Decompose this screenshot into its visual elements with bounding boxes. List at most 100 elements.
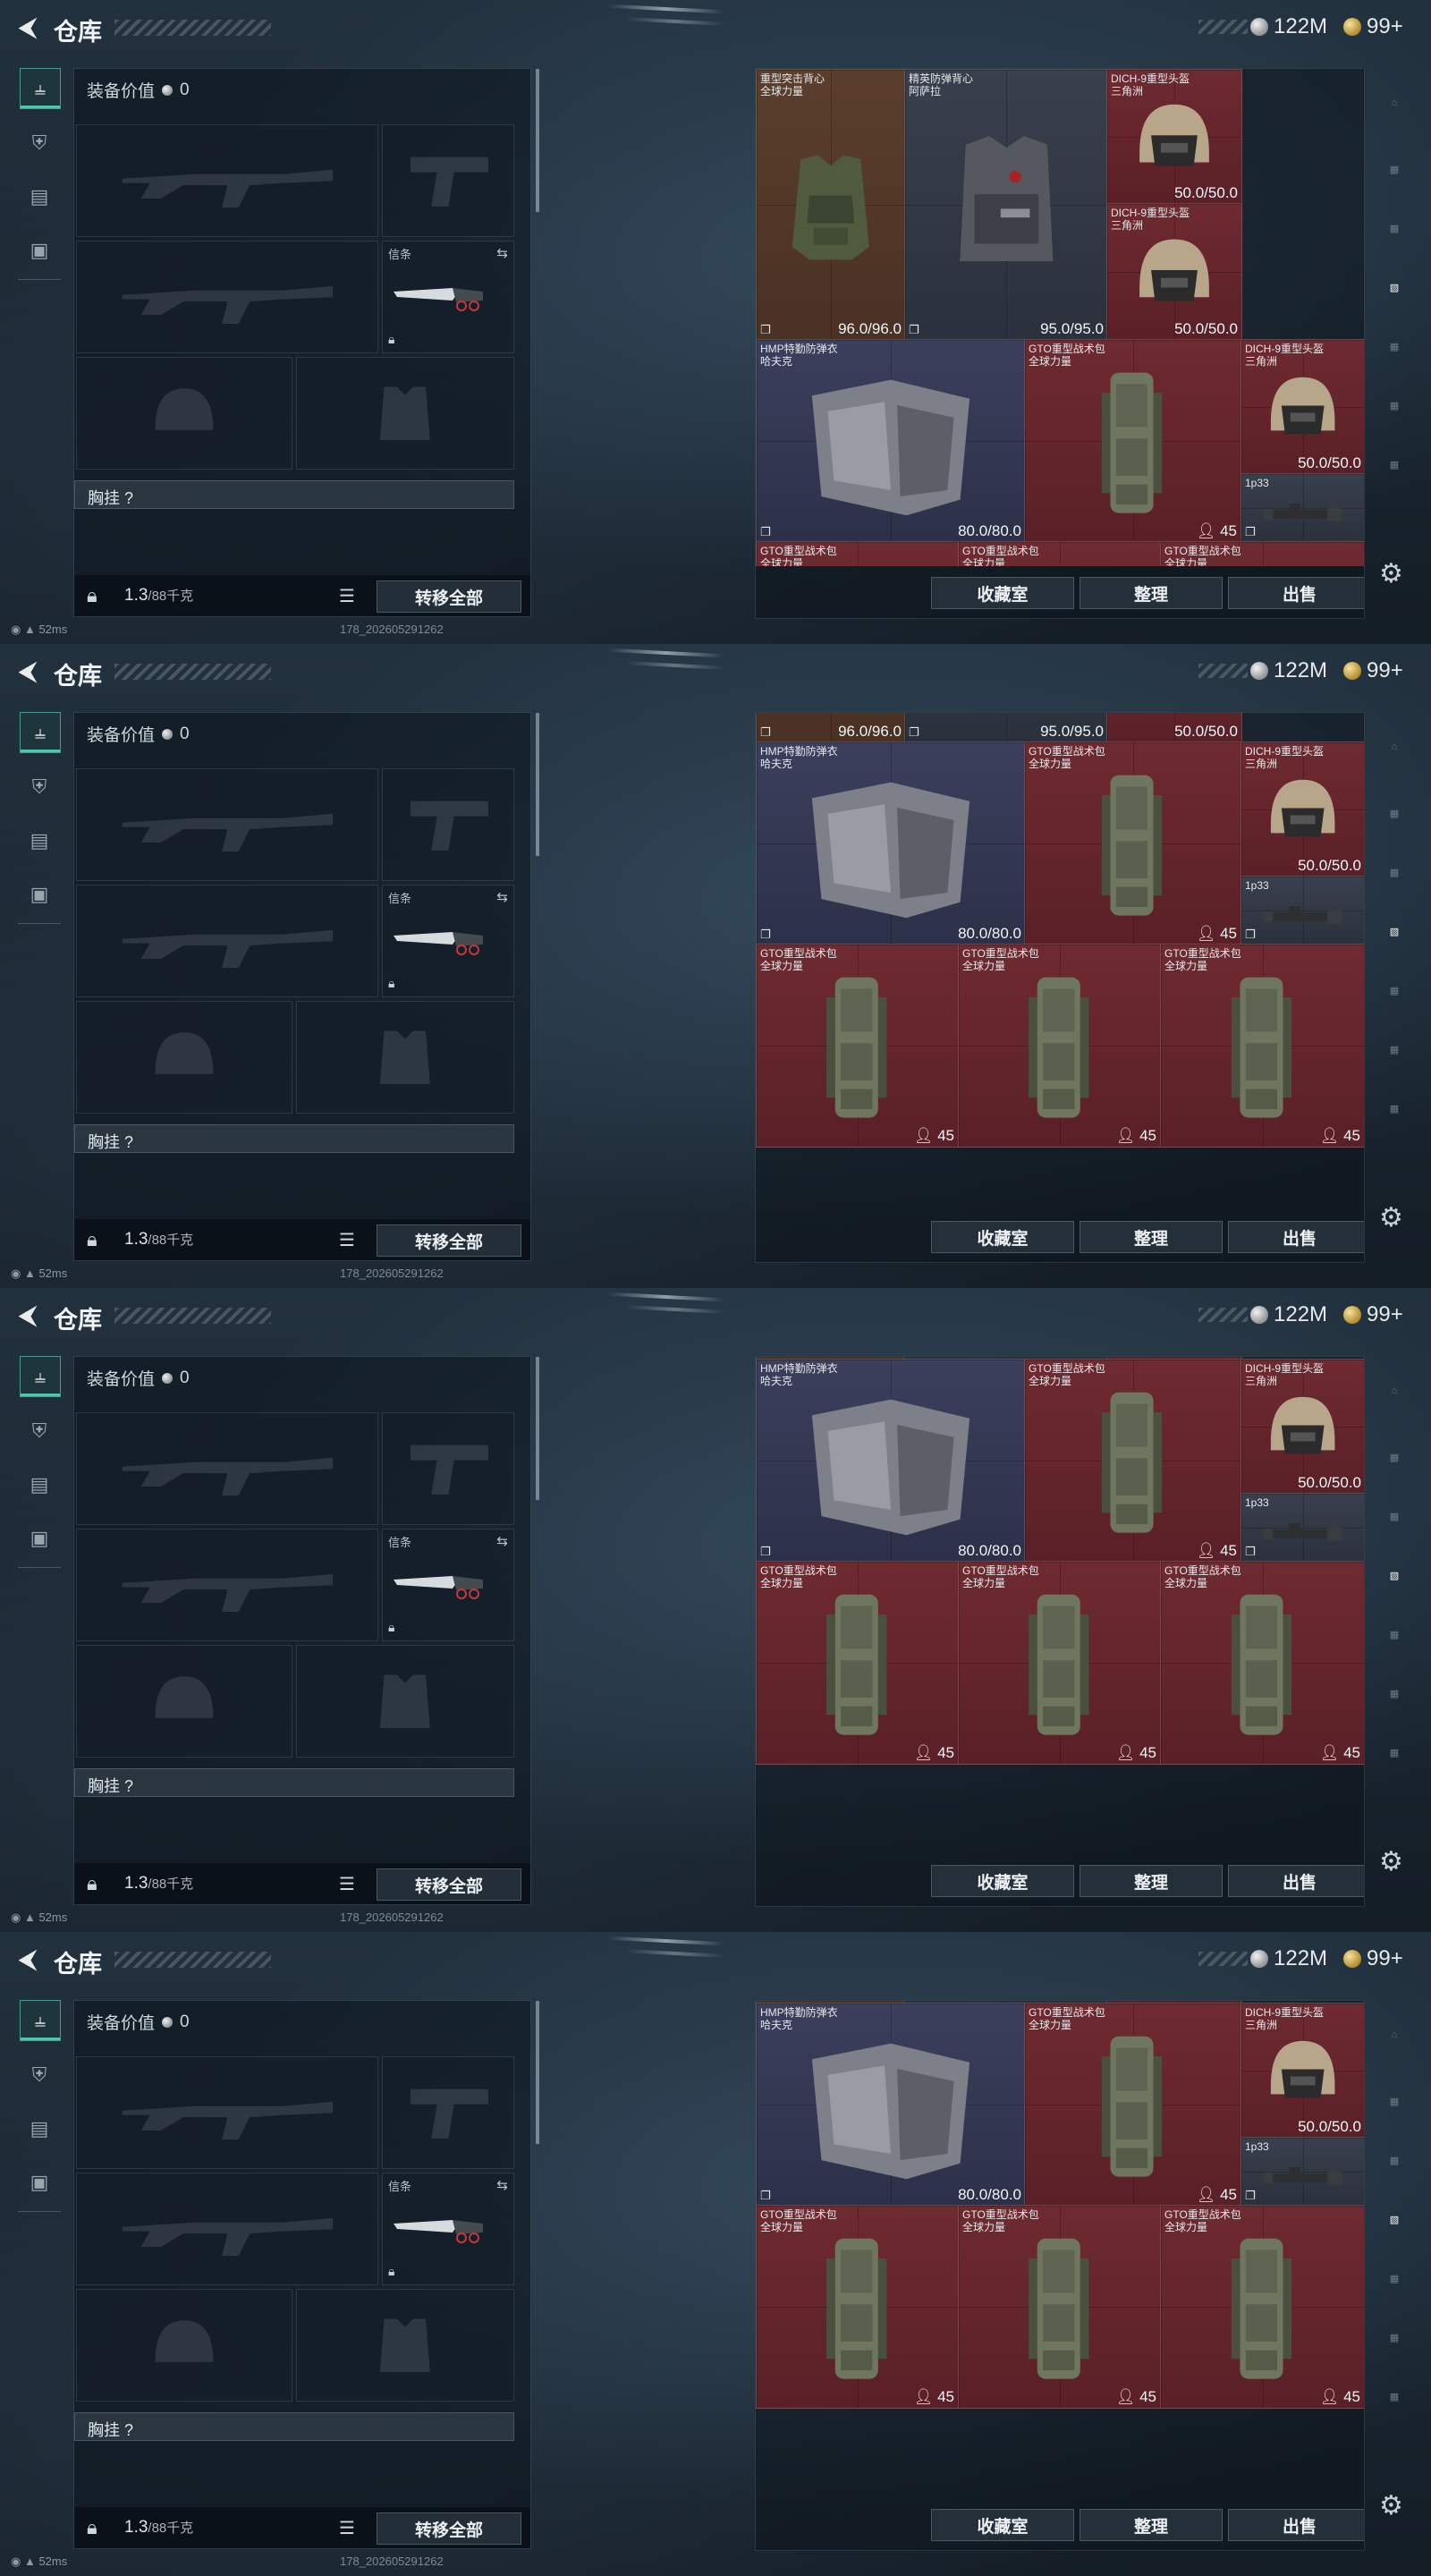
collection-room-button[interactable]: 收藏室 xyxy=(931,1865,1074,1897)
list-icon[interactable]: ☰ xyxy=(339,1873,355,1895)
rail-box-icon[interactable]: ▦ xyxy=(1376,1733,1413,1771)
rail-gti-icon[interactable]: ▧ xyxy=(1376,268,1413,306)
rail-box-icon[interactable]: ▦ xyxy=(1376,794,1413,832)
storage-item-dich-helmet[interactable]: DICH-9重型头盔 三角洲50.0/50.0 xyxy=(1240,741,1364,877)
rail-gate-icon[interactable]: ⌂ xyxy=(1376,2016,1413,2054)
tab-backpack[interactable]: ▣ xyxy=(20,875,59,914)
storage-item-scope[interactable]: 1p33 ❐ xyxy=(1240,876,1364,945)
gear-icon[interactable]: ⚙ xyxy=(1379,1202,1403,1233)
list-icon[interactable]: ☰ xyxy=(339,2517,355,2539)
armor-slot[interactable] xyxy=(296,1001,514,1114)
swap-icon[interactable]: ⇆ xyxy=(496,245,508,261)
storage-item-gto-pack[interactable]: GTO重型战术包 全球力量👤︎ 45 xyxy=(1024,2003,1242,2207)
transfer-all-button[interactable]: 转移全部 xyxy=(377,1868,521,1901)
rail-box-icon[interactable]: ▦ xyxy=(1376,1089,1413,1127)
rail-box-icon[interactable]: ▦ xyxy=(1376,1674,1413,1712)
storage-item-hmp-armor[interactable]: HMP特勤防弹衣 哈夫克 80.0/80.0 ❐ xyxy=(756,2003,1026,2207)
storage-item-dich-helmet[interactable]: DICH-9重型头盔 三角洲50.0/50.0 xyxy=(1106,203,1242,341)
scrollbar[interactable] xyxy=(536,1357,539,1500)
transfer-all-button[interactable]: 转移全部 xyxy=(377,1224,521,1257)
silver-currency[interactable]: 122M xyxy=(1250,1946,1327,1971)
storage-item-gto-pack[interactable]: GTO重型战术包 全球力量👤︎ 45 xyxy=(756,2205,960,2409)
collection-room-button[interactable]: 收藏室 xyxy=(931,577,1074,609)
rail-gti-icon[interactable]: ▧ xyxy=(1376,2200,1413,2238)
tab-armor[interactable]: ⛨ xyxy=(20,1411,59,1451)
storage-item-gto-pack[interactable]: GTO重型战术包 全球力量👤︎ 45 xyxy=(1160,541,1364,566)
rail-box-icon[interactable]: ▦ xyxy=(1376,386,1413,424)
rail-box-icon[interactable]: ▦ xyxy=(1376,150,1413,188)
sort-button[interactable]: 整理 xyxy=(1080,2509,1223,2541)
storage-item-gto-pack[interactable]: GTO重型战术包 全球力量👤︎ 45 xyxy=(958,541,1162,566)
collection-room-button[interactable]: 收藏室 xyxy=(931,2509,1074,2541)
sort-button[interactable]: 整理 xyxy=(1080,1865,1223,1897)
armor-slot[interactable] xyxy=(296,357,514,470)
storage-item-heavy-vest[interactable]: 重型突击背心 全球力量96.0/96.0❐ xyxy=(756,713,906,743)
storage-grid[interactable]: 重型突击背心 全球力量96.0/96.0❐精英防弹背心 阿萨拉95.0/95.0… xyxy=(756,1357,1364,1854)
storage-item-heavy-vest[interactable]: 重型突击背心 全球力量96.0/96.0❐ xyxy=(756,69,906,341)
armor-slot[interactable] xyxy=(296,2289,514,2402)
secondary-weapon-slot[interactable] xyxy=(382,124,514,237)
tab-weapons[interactable]: ⫨ xyxy=(20,1356,61,1397)
storage-item-elite-vest[interactable]: 精英防弹背心 阿萨拉95.0/95.0❐ xyxy=(904,713,1108,743)
rail-box-icon[interactable]: ▦ xyxy=(1376,327,1413,365)
storage-item-hmp-armor[interactable]: HMP特勤防弹衣 哈夫克 80.0/80.0 ❐ xyxy=(756,741,1026,945)
primary-weapon-slot[interactable] xyxy=(76,124,378,237)
storage-item-dich-helmet[interactable]: DICH-9重型头盔 三角洲50.0/50.0 xyxy=(1240,2003,1364,2139)
secondary-weapon-slot[interactable] xyxy=(382,1412,514,1525)
sell-button[interactable]: 出售 xyxy=(1228,2509,1364,2541)
secondary-weapon-slot[interactable] xyxy=(382,768,514,881)
gear-icon[interactable]: ⚙ xyxy=(1379,558,1403,589)
silver-currency[interactable]: 122M xyxy=(1250,658,1327,683)
gear-icon[interactable]: ⚙ xyxy=(1379,1846,1403,1877)
storage-grid[interactable]: 重型突击背心 全球力量96.0/96.0❐精英防弹背心 阿萨拉95.0/95.0… xyxy=(756,713,1364,1210)
melee-slot[interactable]: 信条 ⇆ 🔒︎ xyxy=(382,885,514,997)
storage-item-gto-pack[interactable]: GTO重型战术包 全球力量👤︎ 45 xyxy=(1024,1359,1242,1563)
tab-armor[interactable]: ⛨ xyxy=(20,123,59,163)
melee-slot[interactable]: 信条 ⇆ 🔒︎ xyxy=(382,1529,514,1641)
sell-button[interactable]: 出售 xyxy=(1228,577,1364,609)
rail-box-icon[interactable]: ▦ xyxy=(1376,209,1413,247)
rail-box-icon[interactable]: ▦ xyxy=(1376,853,1413,891)
tab-rig[interactable]: ▤ xyxy=(20,2109,59,2148)
storage-item-scope[interactable]: 1p33 ❐ xyxy=(1240,1493,1364,1563)
rail-box-icon[interactable]: ▦ xyxy=(1376,2377,1413,2415)
primary-weapon-slot[interactable] xyxy=(76,768,378,881)
storage-item-dich-helmet[interactable]: DICH-9重型头盔 三角洲50.0/50.0 xyxy=(1106,713,1242,743)
rail-gate-icon[interactable]: ⌂ xyxy=(1376,1372,1413,1410)
sell-button[interactable]: 出售 xyxy=(1228,1221,1364,1253)
rail-gate-icon[interactable]: ⌂ xyxy=(1376,728,1413,766)
silver-currency[interactable]: 122M xyxy=(1250,14,1327,39)
scrollbar[interactable] xyxy=(536,713,539,856)
back-button[interactable]: ⮜ xyxy=(13,13,43,43)
storage-item-hmp-armor[interactable]: HMP特勤防弹衣 哈夫克 80.0/80.0 ❐ xyxy=(756,339,1026,543)
storage-item-gto-pack[interactable]: GTO重型战术包 全球力量👤︎ 45 xyxy=(756,1561,960,1765)
storage-item-scope[interactable]: 1p33 ❐ xyxy=(1240,2137,1364,2207)
storage-item-gto-pack[interactable]: GTO重型战术包 全球力量👤︎ 45 xyxy=(958,2205,1162,2409)
rail-box-icon[interactable]: ▦ xyxy=(1376,2082,1413,2120)
sort-button[interactable]: 整理 xyxy=(1080,1221,1223,1253)
silver-currency[interactable]: 122M xyxy=(1250,1302,1327,1327)
tab-weapons[interactable]: ⫨ xyxy=(20,712,61,753)
melee-slot[interactable]: 信条 ⇆ 🔒︎ xyxy=(382,241,514,353)
storage-item-gto-pack[interactable]: GTO重型战术包 全球力量👤︎ 45 xyxy=(756,541,960,566)
chest-rig-bar[interactable]: 胸挂 ? xyxy=(74,1768,514,1797)
rail-gti-icon[interactable]: ▧ xyxy=(1376,1556,1413,1594)
transfer-all-button[interactable]: 转移全部 xyxy=(377,2512,521,2545)
storage-grid[interactable]: 重型突击背心 全球力量96.0/96.0❐精英防弹背心 阿萨拉95.0/95.0… xyxy=(756,69,1364,566)
tab-weapons[interactable]: ⫨ xyxy=(20,68,61,109)
primary-weapon-slot-2[interactable] xyxy=(76,241,378,353)
helmet-slot[interactable] xyxy=(76,1001,292,1114)
primary-weapon-slot-2[interactable] xyxy=(76,1529,378,1641)
tab-weapons[interactable]: ⫨ xyxy=(20,2000,61,2041)
storage-item-gto-pack[interactable]: GTO重型战术包 全球力量👤︎ 45 xyxy=(1160,1561,1364,1765)
tab-backpack[interactable]: ▣ xyxy=(20,1519,59,1558)
rail-box-icon[interactable]: ▦ xyxy=(1376,445,1413,483)
tab-armor[interactable]: ⛨ xyxy=(20,2055,59,2095)
rail-box-icon[interactable]: ▦ xyxy=(1376,1615,1413,1653)
storage-item-gto-pack[interactable]: GTO重型战术包 全球力量👤︎ 45 xyxy=(958,944,1162,1148)
armor-slot[interactable] xyxy=(296,1645,514,1758)
collection-room-button[interactable]: 收藏室 xyxy=(931,1221,1074,1253)
scrollbar[interactable] xyxy=(536,69,539,212)
storage-item-gto-pack[interactable]: GTO重型战术包 全球力量👤︎ 45 xyxy=(1160,2205,1364,2409)
storage-item-elite-vest[interactable]: 精英防弹背心 阿萨拉95.0/95.0❐ xyxy=(904,69,1108,341)
